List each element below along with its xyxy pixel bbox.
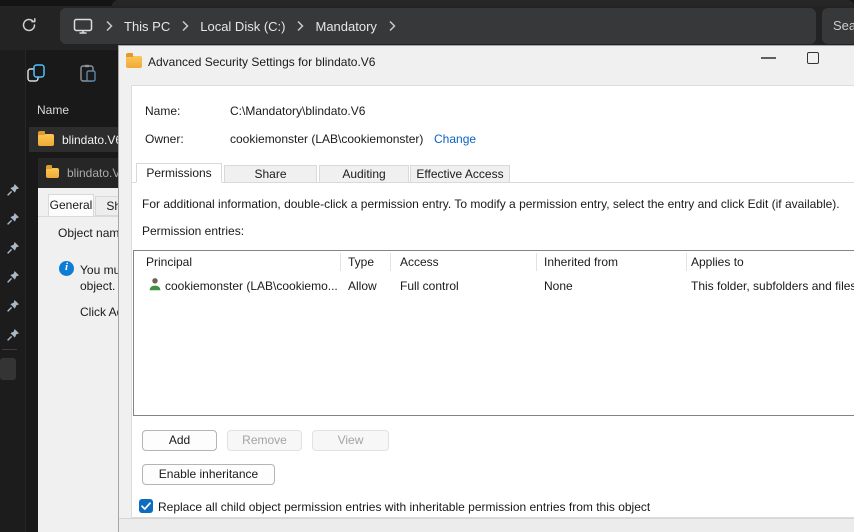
- pin-icon[interactable]: [6, 212, 20, 226]
- pin-icon[interactable]: [6, 328, 20, 342]
- owner-label: Owner:: [145, 132, 184, 146]
- user-icon: [148, 277, 162, 294]
- cell-applies-to: This folder, subfolders and files: [691, 279, 854, 293]
- tab-share[interactable]: Share: [224, 165, 317, 183]
- name-value: C:\Mandatory\blindato.V6: [230, 104, 366, 118]
- properties-dialog: blindato.V General Sha Object name: i Yo…: [38, 158, 118, 532]
- advanced-security-dialog: Advanced Security Settings for blindato.…: [118, 45, 854, 532]
- info-icon: i: [59, 261, 74, 276]
- screen: This PC Local Disk (C:) Mandatory Sea Na…: [0, 0, 854, 532]
- file-row-blindato[interactable]: blindato.V6: [29, 127, 118, 152]
- info-text-line1: You must: [80, 263, 118, 277]
- pin-icon[interactable]: [6, 241, 20, 255]
- chevron-right-icon: [181, 20, 189, 32]
- tab-permissions[interactable]: Permissions: [136, 163, 222, 183]
- replace-permissions-label: Replace all child object permission entr…: [158, 500, 651, 514]
- enable-inheritance-button[interactable]: Enable inheritance: [142, 464, 275, 485]
- quick-access-rail: [0, 50, 26, 532]
- breadcrumb-local-disk[interactable]: Local Disk (C:): [200, 19, 285, 34]
- copy-icon[interactable]: [26, 63, 48, 85]
- permission-entries-table: Principal Type Access Inherited from App…: [133, 250, 854, 416]
- replace-permissions-checkbox[interactable]: [139, 499, 153, 513]
- refresh-icon[interactable]: [20, 16, 38, 34]
- folder-icon: [38, 130, 54, 146]
- breadcrumb-this-pc[interactable]: This PC: [124, 19, 170, 34]
- chevron-right-icon: [388, 20, 396, 32]
- name-label: Name:: [145, 104, 181, 118]
- remove-button[interactable]: Remove: [227, 430, 302, 451]
- check-icon: [141, 502, 151, 510]
- column-separator: [390, 253, 391, 271]
- tab-divider: [38, 216, 118, 217]
- pin-icon[interactable]: [6, 183, 20, 197]
- dialog-content-panel: Name: C:\Mandatory\blindato.V6 Owner: co…: [131, 85, 854, 518]
- chevron-right-icon: [105, 20, 113, 32]
- column-header-applies-to[interactable]: Applies to: [691, 255, 744, 269]
- column-header-access[interactable]: Access: [400, 255, 439, 269]
- chevron-right-icon: [296, 20, 305, 32]
- column-header-principal[interactable]: Principal: [146, 255, 192, 269]
- cell-inherited-from: None: [544, 279, 573, 293]
- pin-icon[interactable]: [6, 270, 20, 284]
- view-button[interactable]: View: [312, 430, 389, 451]
- permission-entries-label: Permission entries:: [142, 224, 245, 238]
- minimize-button[interactable]: [761, 57, 776, 59]
- breadcrumb-mandatory[interactable]: Mandatory: [315, 19, 376, 34]
- search-input[interactable]: Sea: [822, 8, 854, 44]
- cell-access: Full control: [400, 279, 459, 293]
- properties-titlebar: blindato.V: [38, 158, 118, 188]
- cell-type: Allow: [348, 279, 377, 293]
- column-separator: [686, 253, 687, 271]
- maximize-button[interactable]: [807, 52, 819, 64]
- instruction-text: For additional information, double-click…: [142, 197, 840, 211]
- pin-icon[interactable]: [6, 299, 20, 313]
- tab-general[interactable]: General: [48, 194, 94, 216]
- column-separator: [340, 253, 341, 271]
- file-name: blindato.V6: [62, 132, 118, 147]
- folder-icon: [46, 165, 59, 178]
- object-name-label: Object name:: [58, 226, 118, 240]
- table-row[interactable]: cookiemonster (LAB\cookiemo... Allow Ful…: [134, 275, 854, 295]
- tab-effective-access[interactable]: Effective Access: [410, 165, 510, 183]
- cell-principal: cookiemonster (LAB\cookiemo...: [165, 279, 338, 293]
- tab-share-properties[interactable]: Sha: [95, 196, 118, 216]
- dialog-footer: [119, 518, 854, 532]
- folder-icon: [126, 53, 142, 68]
- properties-title: blindato.V: [67, 166, 118, 180]
- add-button[interactable]: Add: [142, 430, 217, 451]
- owner-value: cookiemonster (LAB\cookiemonster): [230, 132, 424, 146]
- breadcrumb: This PC Local Disk (C:) Mandatory: [60, 8, 816, 44]
- dialog-title: Advanced Security Settings for blindato.…: [148, 55, 376, 69]
- paste-icon[interactable]: [78, 63, 100, 85]
- name-column-header[interactable]: Name: [37, 103, 69, 117]
- column-separator: [536, 253, 537, 271]
- change-owner-link[interactable]: Change: [434, 132, 476, 146]
- this-pc-icon[interactable]: [72, 17, 94, 35]
- column-header-inherited-from[interactable]: Inherited from: [544, 255, 618, 269]
- rail-selected-item[interactable]: [0, 358, 16, 380]
- info-text-line3: Click Add: [80, 305, 118, 319]
- rail-divider: [2, 349, 17, 350]
- tab-auditing[interactable]: Auditing: [319, 165, 409, 183]
- info-text-line2: object.: [80, 279, 116, 293]
- column-header-type[interactable]: Type: [348, 255, 374, 269]
